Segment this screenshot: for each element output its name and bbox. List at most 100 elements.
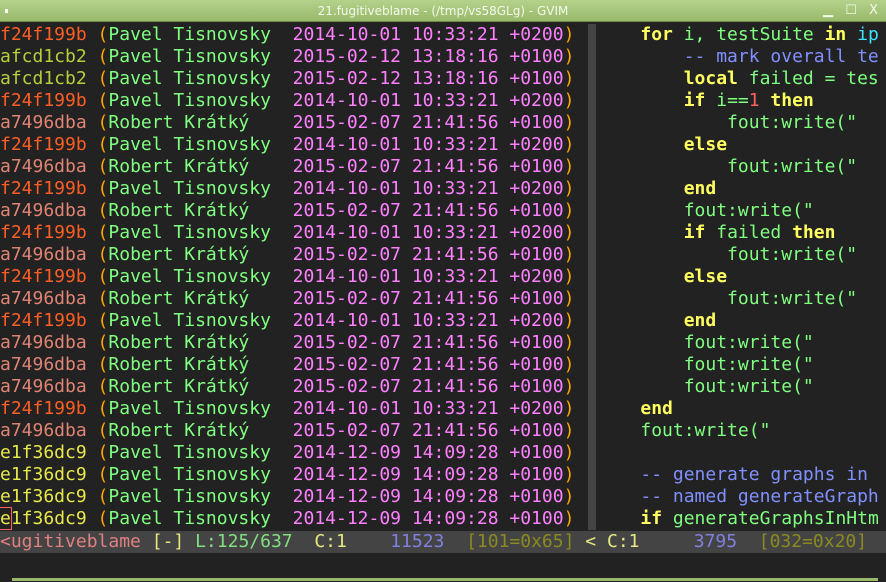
blame-row[interactable]: f24f199b (Pavel Tisnovsky 2014-10-01 10:…	[0, 178, 588, 200]
code-line[interactable]: else	[597, 266, 886, 288]
code-line[interactable]	[597, 442, 886, 464]
commit-author: Pavel Tisnovsky	[108, 90, 271, 111]
commit-hash: a7496dba	[0, 244, 87, 265]
blame-row[interactable]: f24f199b (Pavel Tisnovsky 2014-10-01 10:…	[0, 222, 588, 244]
command-line[interactable]	[0, 553, 886, 582]
code-token: local	[683, 68, 738, 89]
blame-row[interactable]: afcd1cb2 (Pavel Tisnovsky 2015-02-12 13:…	[0, 46, 588, 68]
paren: (	[97, 178, 109, 199]
paren: (	[97, 244, 109, 265]
blame-row[interactable]: f24f199b (Pavel Tisnovsky 2014-10-01 10:…	[0, 90, 588, 112]
commit-date: 2015-02-07 21:41:56 +0100	[292, 376, 564, 397]
code-line[interactable]: end	[597, 398, 886, 420]
blame-row[interactable]: e1f36dc9 (Pavel Tisnovsky 2014-12-09 14:…	[0, 442, 588, 464]
commit-date: 2015-02-07 21:41:56 +0100	[292, 112, 564, 133]
blame-row[interactable]: e1f36dc9 (Pavel Tisnovsky 2014-12-09 14:…	[0, 507, 588, 530]
code-line[interactable]: fout:write("	[597, 332, 886, 354]
blame-row[interactable]: a7496dba (Robert Krátký 2015-02-07 21:41…	[0, 112, 588, 134]
blame-row[interactable]: f24f199b (Pavel Tisnovsky 2014-10-01 10:…	[0, 398, 588, 420]
code-token: then	[759, 90, 814, 111]
blame-row[interactable]: f24f199b (Pavel Tisnovsky 2014-10-01 10:…	[0, 310, 588, 332]
code-token: if	[640, 508, 663, 529]
code-line[interactable]: fout:write("	[597, 200, 886, 222]
blame-row[interactable]: f24f199b (Pavel Tisnovsky 2014-10-01 10:…	[0, 24, 588, 46]
blame-row[interactable]: a7496dba (Robert Krátký 2015-02-07 21:41…	[0, 200, 588, 222]
code-token: in	[824, 24, 847, 45]
blame-row[interactable]: afcd1cb2 (Pavel Tisnovsky 2015-02-12 13:…	[0, 68, 588, 90]
code-token: else	[683, 134, 728, 155]
blame-row[interactable]: e1f36dc9 (Pavel Tisnovsky 2014-12-09 14:…	[0, 486, 588, 508]
commit-hash: a7496dba	[0, 420, 87, 441]
code-line[interactable]: fout:write("	[597, 156, 886, 178]
code-line[interactable]: local failed = tes	[597, 68, 886, 90]
code-line[interactable]: -- generate graphs in	[597, 464, 886, 486]
code-line[interactable]: -- mark overall te	[597, 46, 886, 68]
code-line[interactable]: if generateGraphsInHtm	[597, 508, 886, 530]
commit-author: Pavel Tisnovsky	[108, 464, 271, 485]
paren: (	[97, 420, 109, 441]
code-line[interactable]: fout:write("	[597, 376, 886, 398]
code-token: for	[640, 24, 673, 45]
paren: )	[563, 24, 575, 45]
commit-author: Robert Krátký	[108, 376, 271, 397]
code-token: i==	[705, 90, 749, 111]
code-line[interactable]: end	[597, 310, 886, 332]
code-line[interactable]: if failed then	[597, 222, 886, 244]
code-line[interactable]: -- named generateGraph	[597, 486, 886, 508]
code-line[interactable]: else	[597, 134, 886, 156]
commit-author: Pavel Tisnovsky	[108, 310, 271, 331]
paren: (	[97, 222, 109, 243]
code-line[interactable]: fout:write("	[597, 420, 886, 442]
code-line[interactable]: for i, testSuite in ip	[597, 24, 886, 46]
paren: )	[563, 46, 575, 67]
code-line[interactable]: if i==1 then	[597, 90, 886, 112]
window-menu-icon[interactable]	[5, 9, 8, 13]
paren: (	[97, 46, 109, 67]
commit-date: 2014-10-01 10:33:21 +0200	[292, 310, 564, 331]
code-token: fout:write("	[683, 332, 814, 353]
title-bar: 21.fugitiveblame - (/tmp/vs58GLg) - GVIM…	[0, 0, 886, 22]
blame-row[interactable]: f24f199b (Pavel Tisnovsky 2014-10-01 10:…	[0, 266, 588, 288]
code-line[interactable]: fout:write("	[597, 288, 886, 310]
code-line[interactable]: fout:write("	[597, 112, 886, 134]
commit-author: Robert Krátký	[108, 156, 271, 177]
blame-row[interactable]: a7496dba (Robert Krátký 2015-02-07 21:41…	[0, 156, 588, 178]
code-token: if	[683, 90, 706, 111]
window-controls[interactable]: ▁ ☐ X	[823, 0, 882, 22]
status-line: <ugitiveblame [-] L:125/637 C:1 11523 [1…	[0, 531, 886, 553]
blame-row[interactable]: f24f199b (Pavel Tisnovsky 2014-10-01 10:…	[0, 134, 588, 156]
code-token: -- mark overall te	[683, 46, 879, 67]
code-token: fout:write("	[727, 156, 858, 177]
blame-row[interactable]: a7496dba (Robert Krátký 2015-02-07 21:41…	[0, 288, 588, 310]
code-line[interactable]: fout:write("	[597, 354, 886, 376]
blame-row[interactable]: a7496dba (Robert Krátký 2015-02-07 21:41…	[0, 354, 588, 376]
blame-row[interactable]: a7496dba (Robert Krátký 2015-02-07 21:41…	[0, 332, 588, 354]
code-line[interactable]: end	[597, 178, 886, 200]
commit-date: 2014-10-01 10:33:21 +0200	[292, 90, 564, 111]
commit-hash: f24f199b	[0, 222, 87, 243]
commit-hash: a7496dba	[0, 112, 87, 133]
code-token: end	[683, 178, 717, 199]
commit-author: Robert Krátký	[108, 200, 271, 221]
blame-row[interactable]: a7496dba (Robert Krátký 2015-02-07 21:41…	[0, 420, 588, 442]
code-pane[interactable]: for i, testSuite in ip -- mark overall t…	[597, 24, 886, 530]
blame-row[interactable]: a7496dba (Robert Krátký 2015-02-07 21:41…	[0, 376, 588, 398]
code-line[interactable]: fout:write("	[597, 244, 886, 266]
blame-row[interactable]: e1f36dc9 (Pavel Tisnovsky 2014-12-09 14:…	[0, 464, 588, 486]
commit-date: 2014-10-01 10:33:21 +0200	[292, 266, 564, 287]
commit-author: Robert Krátký	[108, 332, 271, 353]
blame-pane[interactable]: f24f199b (Pavel Tisnovsky 2014-10-01 10:…	[0, 24, 588, 530]
paren: )	[563, 178, 575, 199]
vertical-split-separator[interactable]	[588, 24, 596, 530]
paren: (	[97, 288, 109, 309]
status-right-name: <	[585, 531, 597, 552]
paren: )	[563, 310, 575, 331]
paren: (	[97, 266, 109, 287]
blame-row[interactable]: a7496dba (Robert Krátký 2015-02-07 21:41…	[0, 244, 588, 266]
commit-hash: f24f199b	[0, 266, 87, 287]
